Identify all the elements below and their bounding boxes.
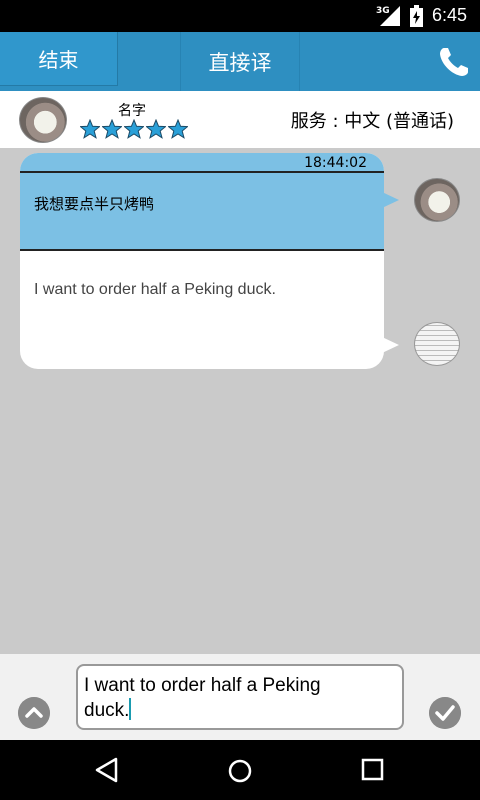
divider [20,249,384,251]
status-bar: 3G 6:45 [0,0,480,32]
recents-icon[interactable] [361,758,385,782]
chat-area[interactable]: 18:44:02 我想要点半只烤鸭 I want to order half a… [0,148,480,654]
bubble-tail [382,337,399,353]
chevron-up-icon[interactable] [18,697,50,729]
page-title: 直接译 [180,32,300,91]
input-line-2: duck. [84,700,130,721]
keyboard-avatar [414,322,460,366]
partner-name: 名字 [118,103,146,119]
message-timestamp: 18:44:02 [304,155,367,171]
navigation-bar [0,740,480,800]
speaker-avatar [414,178,460,222]
star-icon [146,119,166,139]
home-icon[interactable] [227,758,253,784]
back-icon[interactable] [94,757,120,783]
source-text: 我想要点半只烤鸭 [34,195,155,213]
partner-info-bar: 名字 服务 : 中文 (普通话) [0,91,480,148]
phone-icon[interactable] [436,44,472,80]
clock: 6:45 [432,5,468,25]
input-bar: I want to order half a Peking duck. [0,654,480,740]
star-icon [102,119,122,139]
message-input[interactable]: I want to order half a Peking duck. [76,664,404,730]
star-icon [168,119,188,139]
message-bubble: 18:44:02 我想要点半只烤鸭 I want to order half a… [20,153,384,369]
star-icon [80,119,100,139]
service-language: 服务 : 中文 (普通话) [290,111,454,132]
divider [20,171,384,173]
rating-stars [80,119,188,139]
check-icon[interactable] [429,697,461,729]
app-header: 结束 直接译 [0,32,480,91]
translation-text: I want to order half a Peking duck. [34,281,276,298]
text-cursor [129,698,132,720]
end-button[interactable]: 结束 [0,32,118,86]
bubble-tail [382,192,399,208]
partner-avatar[interactable] [19,97,67,143]
battery-charging-icon [410,5,423,27]
input-line-1: I want to order half a Peking [84,675,321,696]
star-icon [124,119,144,139]
signal-icon [380,6,400,26]
